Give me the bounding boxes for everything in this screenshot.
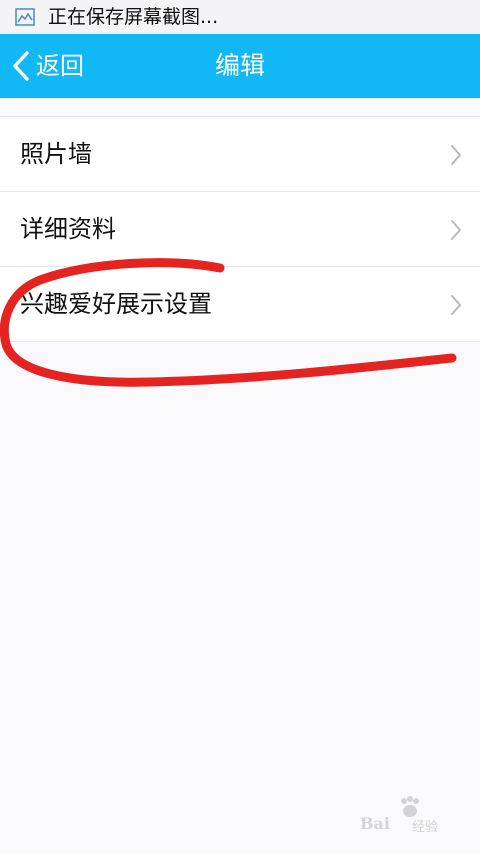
screenshot-icon	[15, 8, 35, 26]
status-notification-text: 正在保存屏幕截图...	[48, 6, 219, 28]
settings-list: 照片墙 详细资料 兴趣爱好展示设置	[0, 116, 480, 342]
chevron-left-icon	[13, 51, 29, 81]
watermark-suffix: 经验	[412, 820, 439, 835]
list-item-details[interactable]: 详细资料	[0, 192, 480, 267]
chevron-right-icon	[451, 220, 461, 240]
list-item-label: 详细资料	[20, 215, 116, 243]
nav-bar: 编辑 返回	[0, 34, 480, 98]
back-button-label: 返回	[36, 52, 84, 80]
watermark-brand: Bai	[360, 814, 390, 833]
paw-logo-icon	[401, 796, 419, 817]
list-item-label: 兴趣爱好展示设置	[20, 290, 212, 318]
status-bar: 正在保存屏幕截图...	[0, 0, 480, 34]
list-item-hobby-display-settings[interactable]: 兴趣爱好展示设置	[0, 267, 480, 342]
chevron-right-icon	[451, 145, 461, 165]
list-item-photo-wall[interactable]: 照片墙	[0, 117, 480, 192]
baidu-watermark: Bai 经验	[360, 796, 460, 836]
chevron-right-icon	[451, 295, 461, 315]
back-button[interactable]: 返回	[10, 44, 84, 88]
list-item-label: 照片墙	[20, 140, 92, 168]
